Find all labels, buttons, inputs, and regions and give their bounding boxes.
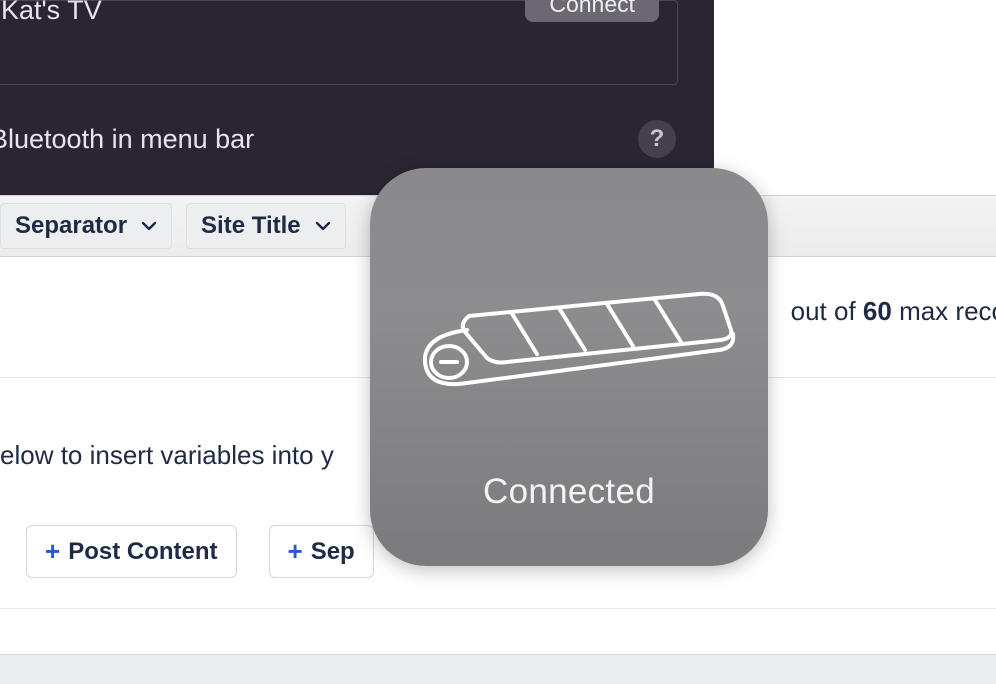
site-title-dropdown-label: Site Title	[201, 212, 301, 240]
bottom-bar	[0, 654, 996, 684]
max-records-prefix: out of	[791, 296, 863, 326]
max-records-fragment: out of 60 max reco	[791, 296, 996, 327]
add-post-content-label: Post Content	[68, 538, 217, 566]
plus-icon: +	[288, 536, 303, 567]
help-icon: ?	[650, 125, 665, 153]
help-button[interactable]: ?	[638, 120, 676, 158]
connect-button[interactable]: Connect	[525, 0, 659, 22]
variable-pill-row: + Post Content + Sep	[26, 525, 374, 578]
connection-status-label: Connected	[370, 472, 768, 512]
separator-dropdown[interactable]: Separator	[0, 203, 172, 249]
horizontal-divider	[0, 608, 996, 609]
max-records-value: 60	[863, 296, 892, 326]
connection-hud: Connected	[370, 168, 768, 566]
bluetooth-preferences-panel: Kat's TV Connect Bluetooth in menu bar ?	[0, 0, 714, 195]
keyboard-icon	[399, 276, 739, 396]
max-records-suffix: max reco	[892, 296, 996, 326]
add-separator-label-fragment: Sep	[311, 538, 355, 566]
chevron-down-icon	[141, 218, 157, 234]
site-title-dropdown[interactable]: Site Title	[186, 203, 346, 249]
add-separator-button[interactable]: + Sep	[269, 525, 374, 578]
instruction-fragment: elow to insert variables into y	[0, 440, 334, 471]
bluetooth-device-row[interactable]: Kat's TV Connect	[0, 0, 678, 85]
plus-icon: +	[45, 536, 60, 567]
chevron-down-icon	[315, 218, 331, 234]
show-bluetooth-menubar-label: Bluetooth in menu bar	[0, 124, 254, 155]
bluetooth-device-name: Kat's TV	[1, 0, 102, 26]
separator-dropdown-label: Separator	[15, 212, 127, 240]
add-post-content-button[interactable]: + Post Content	[26, 525, 237, 578]
